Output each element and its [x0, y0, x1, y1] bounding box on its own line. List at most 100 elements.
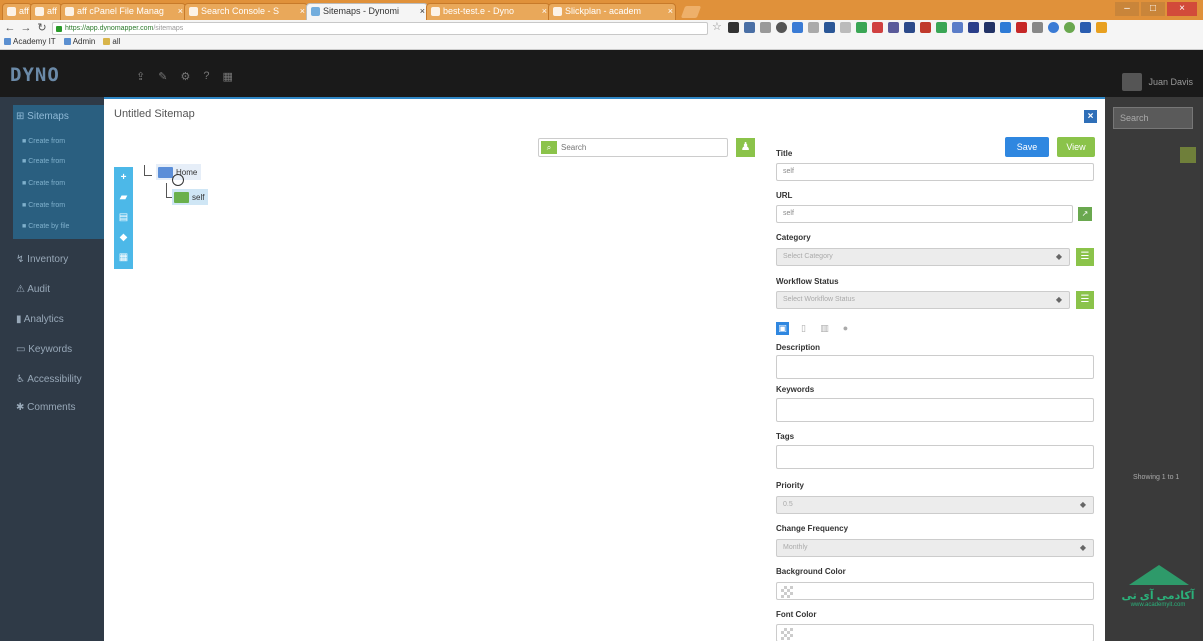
browser-tab-2[interactable]: aff — [30, 3, 62, 20]
extension-icon[interactable] — [1048, 22, 1059, 33]
extension-icon[interactable] — [1016, 22, 1027, 33]
tab-close-icon[interactable]: × — [668, 4, 673, 19]
user-menu[interactable]: Juan Davis — [1122, 73, 1193, 91]
plus-icon[interactable]: + — [118, 172, 129, 183]
sidebar-item-sitemaps[interactable]: ⊞ Sitemaps — [16, 111, 69, 122]
maximize-button[interactable]: □ — [1141, 2, 1165, 16]
sidebar-subitem-2[interactable]: ■ Create from — [22, 158, 65, 165]
search-icon[interactable]: ⌕ — [541, 141, 557, 154]
settings-icon[interactable]: ⚙ — [180, 70, 190, 83]
save-button[interactable]: Save — [1005, 137, 1049, 157]
browser-tab-7[interactable]: Slickplan - academ × — [548, 3, 676, 20]
tab-document-icon[interactable]: ▯ — [797, 322, 810, 335]
reload-icon[interactable]: ↻ — [36, 22, 48, 34]
bookmark-all[interactable]: all — [103, 37, 120, 46]
extension-icon[interactable] — [904, 22, 915, 33]
extension-icon[interactable] — [872, 22, 883, 33]
browser-tab-4[interactable]: Search Console - S × — [184, 3, 308, 20]
title-input[interactable]: self — [776, 163, 1094, 181]
back-arrow-icon[interactable]: ← — [4, 22, 16, 34]
extension-icon[interactable] — [936, 22, 947, 33]
extension-icon[interactable] — [744, 22, 755, 33]
tab-details-icon[interactable]: ▣ — [776, 322, 789, 335]
extension-icon[interactable] — [1080, 22, 1091, 33]
keywords-input[interactable] — [776, 398, 1094, 422]
sidebar-item-audit[interactable]: ⚠ Audit — [16, 284, 50, 295]
change-frequency-select[interactable]: Monthly ◆ — [776, 539, 1094, 557]
extension-icon[interactable] — [920, 22, 931, 33]
extension-icon[interactable] — [1000, 22, 1011, 33]
grid-icon[interactable]: ▦ — [222, 70, 232, 83]
tab-chart-icon[interactable]: ▥ — [818, 322, 831, 335]
extension-icon[interactable] — [824, 22, 835, 33]
font-color-picker[interactable] — [776, 624, 1094, 641]
category-list-button[interactable]: ☰ — [1076, 248, 1094, 266]
add-node-button[interactable]: ♟ — [736, 138, 755, 157]
tab-close-icon[interactable]: × — [300, 4, 305, 19]
tab-settings-icon[interactable]: ● — [839, 322, 852, 335]
extension-icon[interactable] — [808, 22, 819, 33]
extension-icon[interactable] — [728, 22, 739, 33]
tab-close-icon[interactable]: × — [542, 4, 547, 19]
extension-icon[interactable] — [1032, 22, 1043, 33]
page-icon[interactable]: ▤ — [118, 212, 129, 223]
extension-icon[interactable] — [760, 22, 771, 33]
bookmark-academy[interactable]: Academy IT — [4, 37, 56, 46]
priority-select[interactable]: 0.5 ◆ — [776, 496, 1094, 514]
browser-tab-3[interactable]: aff cPanel File Manag × — [60, 3, 186, 20]
tab-close-icon[interactable]: × — [178, 4, 183, 19]
url-input[interactable]: https://app.dynomapper.com/sitemaps — [52, 22, 708, 35]
close-window-button[interactable]: × — [1167, 2, 1197, 16]
sidebar-item-keywords[interactable]: ▭ Keywords — [16, 344, 72, 355]
folder-icon[interactable]: ▰ — [118, 192, 129, 203]
workflow-list-button[interactable]: ☰ — [1076, 291, 1094, 309]
color-swatch-icon — [781, 586, 793, 598]
forward-arrow-icon[interactable]: → — [20, 22, 32, 34]
extension-icon[interactable] — [776, 22, 787, 33]
extension-icon[interactable] — [888, 22, 899, 33]
sidebar-subitem-1[interactable]: ■ Create from — [22, 138, 65, 145]
background-color-picker[interactable] — [776, 582, 1094, 600]
edit-icon[interactable]: ✎ — [158, 70, 167, 83]
new-tab-button[interactable] — [680, 6, 702, 18]
description-input[interactable] — [776, 355, 1094, 379]
extension-icon[interactable] — [856, 22, 867, 33]
browser-tab-6[interactable]: best-test.e - Dyno × — [426, 3, 550, 20]
sidebar-item-accessibility[interactable]: ♿ Accessibility — [16, 374, 82, 385]
extension-icon[interactable] — [952, 22, 963, 33]
url-input-field[interactable]: self — [776, 205, 1073, 223]
browser-tab-1[interactable]: aff — [2, 3, 32, 20]
category-select[interactable]: Select Category ◆ — [776, 248, 1070, 266]
sidebar-subitem-4[interactable]: ■ Create from — [22, 202, 65, 209]
brand-logo[interactable]: DYNO — [10, 64, 60, 86]
tag-icon[interactable]: ◆ — [118, 232, 129, 243]
extension-icon[interactable] — [1096, 22, 1107, 33]
tags-input[interactable] — [776, 445, 1094, 469]
list-icon[interactable]: ▦ — [118, 252, 129, 263]
mouse-cursor-indicator — [172, 174, 184, 186]
tab-close-icon[interactable]: × — [420, 4, 425, 19]
sidebar-item-comments[interactable]: ✱ Comments — [16, 402, 76, 413]
extension-icon[interactable] — [792, 22, 803, 33]
minimize-button[interactable]: – — [1115, 2, 1139, 16]
sidebar-item-inventory[interactable]: ↯ Inventory — [16, 254, 68, 265]
help-icon[interactable]: ? — [203, 70, 209, 83]
page-properties-form: Save View Title self URL self ↗ Category… — [774, 99, 1099, 641]
extension-icon[interactable] — [1064, 22, 1075, 33]
extension-icon[interactable] — [840, 22, 851, 33]
workflow-status-select[interactable]: Select Workflow Status ◆ — [776, 291, 1070, 309]
upload-icon[interactable]: ⇪ — [136, 70, 145, 83]
bookmark-admin[interactable]: Admin — [63, 37, 95, 46]
tree-toolbar: + ▰ ▤ ◆ ▦ — [114, 167, 133, 269]
tree-search-input[interactable] — [561, 141, 721, 154]
extension-icon[interactable] — [968, 22, 979, 33]
external-link-icon[interactable]: ↗ — [1078, 207, 1092, 221]
tree-node-self[interactable]: self — [172, 189, 209, 205]
sidebar-subitem-3[interactable]: ■ Create from — [22, 180, 65, 187]
browser-tab-sitemaps[interactable]: Sitemaps - Dynomi × — [306, 3, 428, 20]
extension-icon[interactable] — [984, 22, 995, 33]
sidebar-item-analytics[interactable]: ▮ Analytics — [16, 314, 64, 325]
view-button[interactable]: View — [1057, 137, 1095, 157]
sidebar-subitem-5[interactable]: ■ Create by file — [22, 223, 69, 230]
star-icon[interactable]: ☆ — [712, 22, 723, 33]
